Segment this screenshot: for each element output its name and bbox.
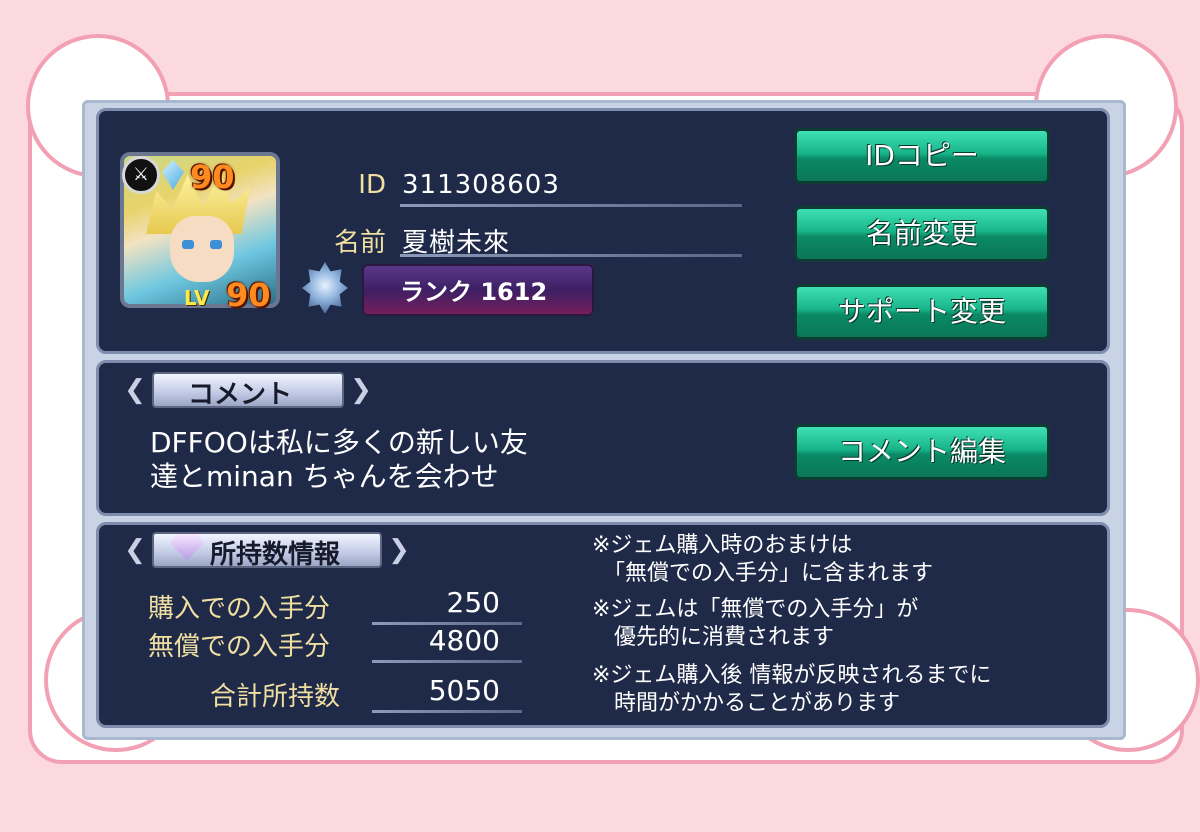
- avatar-face: [170, 216, 234, 282]
- holdings-header-title: 所持数情報: [210, 540, 341, 570]
- note-delay: ※ジェム購入後 情報が反映されるまでに 時間がかかることがあります: [592, 663, 992, 716]
- crystal-level: 90: [190, 158, 235, 196]
- id-label: ID: [358, 170, 386, 200]
- total-underline: [372, 710, 522, 713]
- name-label: 名前: [333, 228, 386, 258]
- id-value: 311308603: [402, 170, 560, 200]
- wing-right-icon: ❯: [350, 375, 372, 405]
- free-label: 無償での入手分: [148, 632, 331, 662]
- name-change-button[interactable]: 名前変更: [794, 206, 1050, 262]
- id-underline: [400, 204, 742, 207]
- id-copy-button[interactable]: IDコピー: [794, 128, 1050, 184]
- note-bonus: ※ジェム購入時のおまけは 「無償での入手分」に含まれます: [592, 533, 934, 586]
- rank-medal-icon: [302, 262, 348, 314]
- avatar-eye-left: [182, 240, 194, 249]
- sword-icon: ⚔: [122, 156, 160, 194]
- total-value: 5050: [428, 674, 500, 707]
- free-underline: [372, 660, 522, 663]
- comment-text: DFFOOは私に多くの新しい友 達とminan ちゃんを会わせ: [150, 426, 528, 493]
- note-priority: ※ジェムは「無償での入手分」が 優先的に消費されます: [592, 597, 919, 650]
- name-underline: [400, 254, 742, 257]
- comment-header-title: コメント: [188, 380, 293, 410]
- purchased-label: 購入での入手分: [148, 594, 331, 624]
- level-label: LV: [184, 286, 210, 310]
- support-change-button[interactable]: サポート変更: [794, 284, 1050, 340]
- character-level: 90: [226, 276, 271, 314]
- holdings-header: ❮ 所持数情報 ❯: [118, 530, 418, 570]
- free-value: 4800: [428, 624, 500, 657]
- comment-edit-button[interactable]: コメント編集: [794, 424, 1050, 480]
- purchased-value: 250: [446, 586, 500, 619]
- wing-left-icon: ❮: [124, 535, 146, 565]
- comment-header: ❮ コメント ❯: [118, 370, 378, 410]
- avatar-eye-right: [210, 240, 222, 249]
- total-label: 合計所持数: [210, 682, 341, 712]
- wing-right-icon: ❯: [388, 535, 410, 565]
- wing-left-icon: ❮: [124, 375, 146, 405]
- rank-text: ランク 1612: [400, 278, 548, 306]
